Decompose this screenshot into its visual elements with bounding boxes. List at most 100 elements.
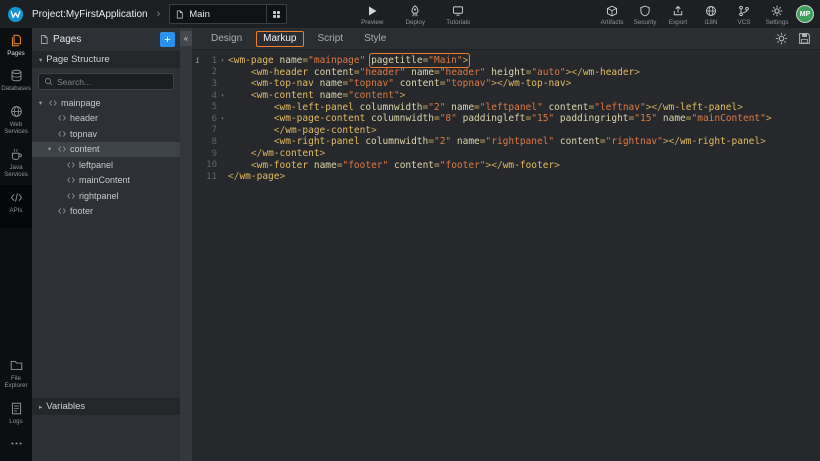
page-selector[interactable]: Main xyxy=(169,4,287,24)
rail-item-web-services[interactable]: Web Services xyxy=(0,99,32,142)
line-number: 11 xyxy=(203,172,217,182)
code-text: <wm-page-content columnwidth="8" padding… xyxy=(228,113,772,124)
tree-item-label: content xyxy=(70,144,100,154)
topbar-tool-settings[interactable]: Settings xyxy=(764,3,790,26)
editor: Design Markup Script Style i1▾<wm-page name… xyxy=(192,28,820,461)
rail-item-apis[interactable]: APIs xyxy=(0,185,32,228)
topbar-tool-i18n[interactable]: i18N xyxy=(698,3,724,26)
rail-item-label: Pages xyxy=(7,50,25,57)
widget-icon xyxy=(66,191,76,201)
tool-label: VCS xyxy=(738,19,751,26)
widget-icon xyxy=(48,98,58,108)
topbar-tool-tutorials[interactable]: Tutorials xyxy=(445,3,471,26)
search-input[interactable] xyxy=(57,77,168,87)
line-number: 6 xyxy=(203,114,217,124)
collapse-panel-button[interactable]: « xyxy=(180,31,192,46)
tool-label: Settings xyxy=(766,19,789,26)
rail-item-label: APIs xyxy=(9,207,22,214)
rail-item-file-explorer[interactable]: File Explorer xyxy=(0,353,32,396)
rail-item-pages[interactable]: Pages xyxy=(0,28,32,63)
code-line[interactable]: 11</wm-page> xyxy=(192,171,820,183)
rail-item-java-services[interactable]: Java Services xyxy=(0,142,32,185)
line-number: 2 xyxy=(203,67,217,77)
tree-item-leftpanel[interactable]: leftpanel xyxy=(32,157,180,173)
folder-icon xyxy=(10,359,23,372)
topbar-tool-artifacts[interactable]: Artifacts xyxy=(599,3,625,26)
code-text: </wm-page-content> xyxy=(228,125,377,136)
page-list-button[interactable] xyxy=(266,5,286,23)
add-page-button[interactable]: + xyxy=(160,32,175,47)
code-area[interactable]: i1▾<wm-page name="mainpage" pagetitle="M… xyxy=(192,50,820,461)
code-line[interactable]: i1▾<wm-page name="mainpage" pagetitle="M… xyxy=(192,55,820,67)
code-line[interactable]: 4▾ <wm-content name="content"> xyxy=(192,90,820,102)
rocket-icon xyxy=(409,5,421,17)
rail-item-label: Databases xyxy=(1,85,31,92)
globe-icon xyxy=(10,105,23,118)
tree-item-label: leftpanel xyxy=(79,160,113,170)
logs-icon xyxy=(10,402,23,415)
code-line[interactable]: 6▾ <wm-page-content columnwidth="8" padd… xyxy=(192,113,820,125)
save-icon[interactable] xyxy=(798,32,811,45)
tree-item-label: mainpage xyxy=(61,98,101,108)
fold-marker[interactable]: ▾ xyxy=(217,58,228,64)
topbar-tool-deploy[interactable]: Deploy xyxy=(402,3,428,26)
db-icon xyxy=(10,69,23,82)
more-icon xyxy=(10,437,23,450)
tree-item-header[interactable]: header xyxy=(32,111,180,127)
branch-icon xyxy=(738,5,750,17)
rail-top: Pages Databases Web ServicesJava Services A… xyxy=(0,28,32,228)
code-text: </wm-content> xyxy=(228,148,325,159)
tree-item-label: rightpanel xyxy=(79,191,119,201)
markup-settings-icon[interactable] xyxy=(775,32,788,45)
code-text: <wm-top-nav name="topnav" content="topna… xyxy=(228,78,571,89)
code-line[interactable]: 2 <wm-header content="header" name="head… xyxy=(192,67,820,79)
tree-item-content[interactable]: ▾ content xyxy=(32,142,180,158)
page-selector-value: Main xyxy=(189,9,261,20)
rail-item-databases[interactable]: Databases xyxy=(0,63,32,98)
rail-item-logs[interactable]: Logs xyxy=(0,396,32,431)
topbar-tool-vcs[interactable]: VCS xyxy=(731,3,757,26)
code-line[interactable]: 7 </wm-page-content> xyxy=(192,125,820,137)
tree-item-mainpage[interactable]: ▾ mainpage xyxy=(32,95,180,111)
tool-label: Tutorials xyxy=(446,19,470,26)
chevron-right-icon: ▸ xyxy=(39,403,42,411)
tool-label: Export xyxy=(669,19,687,26)
page-structure-header[interactable]: ▾ Page Structure xyxy=(32,51,180,68)
code-line[interactable]: 3 <wm-top-nav name="topnav" content="top… xyxy=(192,78,820,90)
left-rail: Pages Databases Web ServicesJava Services A… xyxy=(0,28,32,461)
tool-label: Artifacts xyxy=(601,19,624,26)
tree-item-mainContent[interactable]: mainContent xyxy=(32,173,180,189)
tool-label: Deploy xyxy=(405,19,425,26)
tab-markup[interactable]: Markup xyxy=(256,31,303,47)
fold-marker[interactable]: ▾ xyxy=(217,93,228,99)
tree-item-footer[interactable]: footer xyxy=(32,204,180,220)
gear-icon xyxy=(771,5,783,17)
rail-item-label: File Explorer xyxy=(1,375,31,390)
topbar-tool-security[interactable]: Security xyxy=(632,3,658,26)
expand-arrow[interactable]: ▾ xyxy=(36,99,45,107)
user-avatar[interactable]: MP xyxy=(796,5,814,23)
tab-style[interactable]: Style xyxy=(357,31,393,47)
code-text: <wm-header content="header" name="header… xyxy=(228,67,640,78)
tree-item-topnav[interactable]: topnav xyxy=(32,126,180,142)
topbar-tool-export[interactable]: Export xyxy=(665,3,691,26)
tab-design[interactable]: Design xyxy=(204,31,249,47)
page-structure-tree: ▾ mainpage headertopnav ▾ content leftpanel ma… xyxy=(32,94,180,398)
tree-item-rightpanel[interactable]: rightpanel xyxy=(32,188,180,204)
topbar-tool-preview[interactable]: Preview xyxy=(359,3,385,26)
widget-icon xyxy=(57,206,67,216)
expand-arrow[interactable]: ▾ xyxy=(45,145,54,153)
rail-bottom: File Explorer Logs xyxy=(0,353,32,461)
variables-header[interactable]: ▸ Variables xyxy=(32,398,180,415)
cube-icon xyxy=(606,5,618,17)
code-line[interactable]: 9 </wm-content> xyxy=(192,148,820,160)
tab-script[interactable]: Script xyxy=(311,31,351,47)
code-line[interactable]: 10 <wm-footer name="footer" content="foo… xyxy=(192,159,820,171)
fold-marker[interactable]: ▾ xyxy=(217,116,228,122)
rail-item-more[interactable] xyxy=(0,431,32,459)
chevron-down-icon: ▾ xyxy=(39,56,42,64)
chevron-right-icon: › xyxy=(157,8,161,20)
code-line[interactable]: 8 <wm-right-panel columnwidth="2" name="… xyxy=(192,136,820,148)
wavemaker-studio: Project:MyFirstApplication › Main Previe… xyxy=(0,0,820,461)
code-line[interactable]: 5 <wm-left-panel columnwidth="2" name="l… xyxy=(192,101,820,113)
